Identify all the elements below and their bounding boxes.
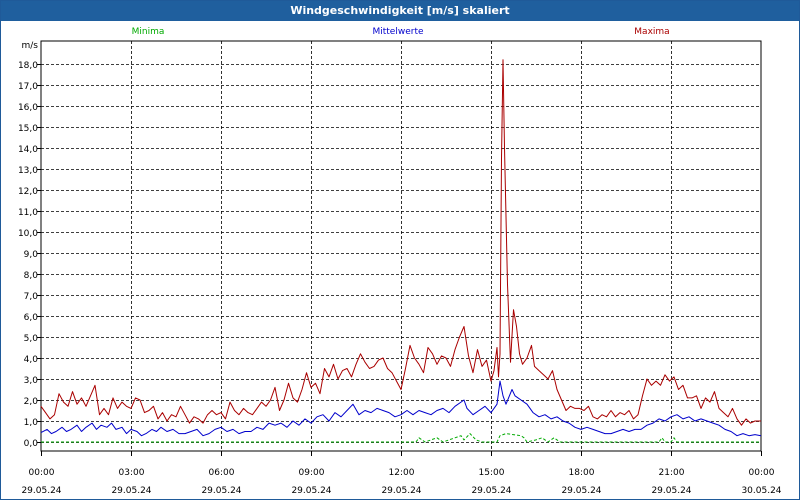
x-tick-time-label: 00:00 [749,468,775,478]
x-tick-date-label: 29.05.24 [651,486,691,496]
legend: Minima Mittelwerte Maxima [132,27,670,37]
y-tick-label: 12,0 [18,187,38,197]
x-tick-date-label: 29.05.24 [561,486,601,496]
x-tick-date-label: 29.05.24 [381,486,421,496]
x-tick-time-label: 18:00 [569,468,595,478]
y-tick-label: 6,0 [24,313,39,323]
y-tick-label: 9,0 [24,250,39,260]
x-tick-time-label: 21:00 [659,468,685,478]
x-tick-time-label: 09:00 [299,468,325,478]
legend-maxima: Maxima [634,27,669,37]
y-tick-label: 10,0 [18,229,38,239]
y-tick-label: 11,0 [18,208,38,218]
x-tick-date-label: 29.05.24 [21,486,61,496]
x-tick-date-label: 29.05.24 [471,486,511,496]
y-tick-label: 17,0 [18,82,38,92]
y-tick-label: 5,0 [24,334,39,344]
chart-window: Windgeschwindigkeit [m/s] skaliert 0,0 1,… [0,0,800,500]
y-axis-unit-label: m/s [22,41,39,51]
y-tick-label: 2,0 [24,397,39,407]
x-tick-time-label: 06:00 [209,468,235,478]
wind-speed-chart: 0,0 1,0 2,0 3,0 4,0 5,0 6,0 7,0 8,0 9,0 10,0 11,0 12… [18,27,782,496]
y-tick-label: 1,0 [24,418,39,428]
y-tick-label: 13,0 [18,166,38,176]
y-tick-label: 4,0 [24,355,39,365]
legend-minima: Minima [132,27,165,37]
x-tick-time-label: 15:00 [479,468,505,478]
y-tick-label: 8,0 [24,271,39,281]
y-tick-label: 7,0 [24,292,39,302]
y-tick-label: 0,0 [24,439,39,449]
x-tick-time-label: 03:00 [119,468,145,478]
x-tick-date-label: 29.05.24 [201,486,241,496]
x-tick-date-label: 29.05.24 [291,486,331,496]
x-tick-date-label: 29.05.24 [111,486,151,496]
y-tick-label: 18,0 [18,61,38,71]
x-tick-time-label: 12:00 [389,468,415,478]
legend-mittelwerte: Mittelwerte [372,27,423,37]
y-tick-label: 16,0 [18,103,38,113]
y-tick-label: 14,0 [18,145,38,155]
chart-title: Windgeschwindigkeit [m/s] skaliert [1,1,799,21]
x-tick-time-label: 00:00 [29,468,55,478]
x-tick-date-label: 30.05.24 [741,486,781,496]
y-tick-label: 15,0 [18,124,38,134]
y-tick-label: 3,0 [24,376,39,386]
